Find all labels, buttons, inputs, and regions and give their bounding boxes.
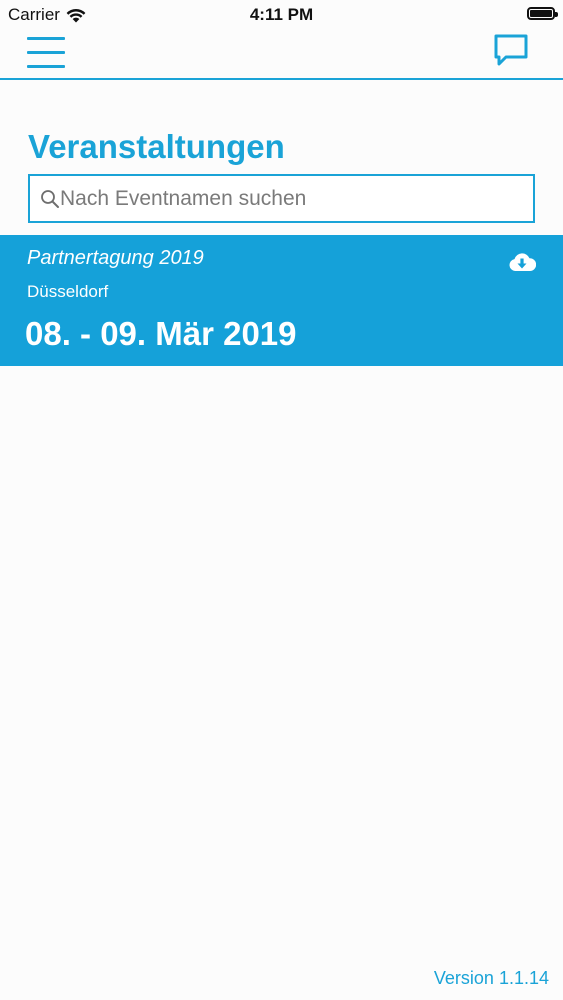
chat-button[interactable] xyxy=(493,32,531,70)
battery-fill xyxy=(530,10,552,17)
battery-icon xyxy=(527,7,558,20)
event-date: 08. - 09. Mär 2019 xyxy=(25,315,297,352)
event-list-item[interactable]: Partnertagung 2019 Düsseldorf 08. - 09. … xyxy=(0,235,563,366)
nav-bar xyxy=(0,30,563,80)
cloud-download-icon[interactable] xyxy=(508,252,536,272)
status-bar: Carrier 4:11 PM xyxy=(0,0,563,30)
menu-button[interactable] xyxy=(27,34,67,68)
event-name: Partnertagung 2019 xyxy=(27,247,204,269)
search-icon xyxy=(41,189,59,208)
status-time: 4:11 PM xyxy=(249,5,314,24)
search-box[interactable] xyxy=(28,174,535,223)
chat-bubble-icon xyxy=(494,34,528,66)
event-location: Düsseldorf xyxy=(27,282,109,301)
battery-tip xyxy=(555,12,558,17)
page-title: Veranstaltungen xyxy=(28,128,285,165)
version-label: Version 1.1.14 xyxy=(433,968,549,988)
search-input[interactable] xyxy=(60,186,520,211)
